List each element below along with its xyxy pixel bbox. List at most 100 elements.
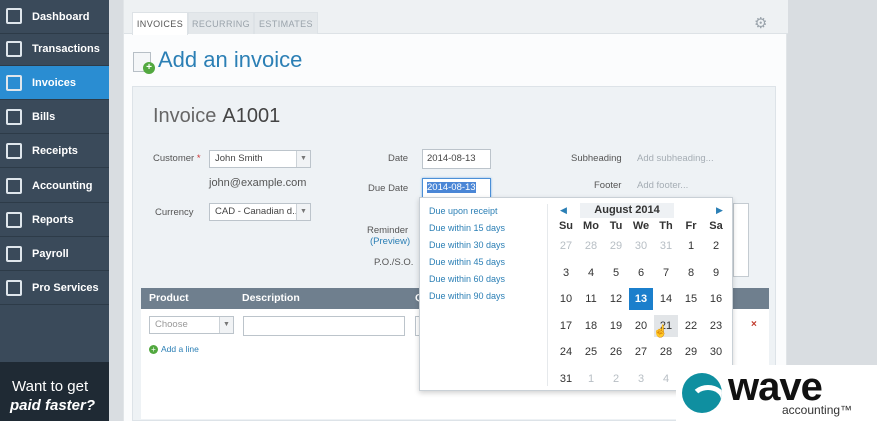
calendar-day[interactable]: 24 — [554, 341, 578, 363]
reminder-label: Reminder — [367, 225, 409, 236]
calendar-day[interactable]: 1 — [679, 235, 703, 257]
due-option[interactable]: Due upon receipt — [429, 206, 498, 216]
due-option[interactable]: Due within 15 days — [429, 223, 505, 233]
column-header-description: Description — [242, 292, 300, 304]
tab-invoices[interactable]: INVOICES — [132, 12, 188, 35]
calendar-day[interactable]: 13 — [629, 288, 653, 310]
mouse-cursor-icon: ☝ — [653, 324, 668, 338]
add-line-link[interactable]: + Add a line — [149, 344, 199, 354]
sidebar-item-receipts[interactable]: Receipts — [0, 134, 109, 168]
sidebar-item-payroll[interactable]: Payroll — [0, 237, 109, 271]
payroll-icon — [6, 246, 22, 262]
calendar-day[interactable]: 11 — [579, 288, 603, 310]
description-input[interactable] — [243, 316, 405, 336]
sidebar-item-pro-services[interactable]: Pro Services — [0, 271, 109, 305]
calendar-day[interactable]: 12 — [604, 288, 628, 310]
sidebar-item-label: Pro Services — [32, 281, 99, 294]
due-option[interactable]: Due within 30 days — [429, 240, 505, 250]
notes-textarea[interactable] — [733, 203, 749, 277]
pro-services-icon — [6, 280, 22, 296]
sidebar-item-label: Payroll — [32, 247, 69, 260]
calendar-day[interactable]: 1 — [579, 368, 603, 390]
due-option[interactable]: Due within 45 days — [429, 257, 505, 267]
receipts-icon — [6, 143, 22, 159]
date-label: Date — [388, 153, 409, 164]
tab-bar: INVOICES RECURRING ESTIMATES ⚙ — [124, 0, 788, 35]
delete-line-icon[interactable]: × — [751, 319, 757, 330]
calendar-day[interactable]: 3 — [629, 368, 653, 390]
calendar-day[interactable]: 17 — [554, 315, 578, 337]
dashboard-icon — [6, 8, 22, 24]
sidebar-item-label: Receipts — [32, 144, 78, 157]
due-option[interactable]: Due within 60 days — [429, 274, 505, 284]
sidebar-item-accounting[interactable]: Accounting — [0, 169, 109, 203]
sidebar-item-bills[interactable]: Bills — [0, 100, 109, 134]
calendar-day[interactable]: 4 — [579, 262, 603, 284]
transactions-icon — [6, 41, 22, 57]
calendar-day[interactable]: 18 — [579, 315, 603, 337]
calendar-day[interactable]: 29 — [679, 341, 703, 363]
currency-select[interactable]: CAD - Canadian d... ▼ — [209, 203, 311, 221]
calendar-day[interactable]: 7 — [654, 262, 678, 284]
sidebar-item-label: Dashboard — [32, 10, 90, 23]
calendar-day[interactable]: 30 — [629, 235, 653, 257]
bills-icon — [6, 109, 22, 125]
calendar-day[interactable]: 6 — [629, 262, 653, 284]
calendar-day[interactable]: 4 — [654, 368, 678, 390]
calendar-day[interactable]: 2 — [604, 368, 628, 390]
calendar-day[interactable]: 22 — [679, 315, 703, 337]
calendar-day[interactable]: 3 — [554, 262, 578, 284]
calendar-day[interactable]: 15 — [679, 288, 703, 310]
calendar-day[interactable]: 20 — [629, 315, 653, 337]
currency-label: Currency — [155, 207, 194, 218]
calendar-day[interactable]: 31 — [654, 235, 678, 257]
calendar-day[interactable]: 9 — [704, 262, 728, 284]
app-root: Dashboard Transactions Invoices Bills Re… — [0, 0, 877, 421]
calendar-day[interactable]: 10 — [554, 288, 578, 310]
calendar-day[interactable]: 26 — [604, 341, 628, 363]
calendar-day[interactable]: 30 — [704, 341, 728, 363]
next-month-icon[interactable]: ▶ — [716, 205, 723, 216]
weekday-header: Su — [558, 220, 574, 232]
calendar-day[interactable]: 27 — [554, 235, 578, 257]
tab-recurring[interactable]: RECURRING — [188, 12, 254, 34]
sidebar-item-reports[interactable]: Reports — [0, 203, 109, 237]
customer-select[interactable]: John Smith ▼ — [209, 150, 311, 168]
calendar-day[interactable]: 25 — [579, 341, 603, 363]
calendar-day[interactable]: 8 — [679, 262, 703, 284]
chevron-down-icon: ▼ — [296, 151, 310, 167]
wave-logo-icon — [682, 373, 722, 413]
gear-icon[interactable]: ⚙ — [754, 14, 767, 32]
calendar-day[interactable]: 31 — [554, 368, 578, 390]
tab-estimates[interactable]: ESTIMATES — [254, 12, 318, 34]
page-title: Add an invoice — [158, 47, 303, 72]
wave-subtitle: accounting™ — [782, 403, 853, 417]
calendar-day[interactable]: 14 — [654, 288, 678, 310]
calendar-day[interactable]: 16 — [704, 288, 728, 310]
due-option[interactable]: Due within 90 days — [429, 291, 505, 301]
weekday-header: We — [632, 220, 650, 232]
preview-link[interactable]: (Preview) — [370, 236, 410, 247]
calendar-day[interactable]: 2 — [704, 235, 728, 257]
weekday-header: Fr — [685, 220, 697, 232]
calendar-month-title: August 2014 — [580, 203, 674, 218]
sidebar-item-transactions[interactable]: Transactions — [0, 32, 109, 66]
sidebar-item-dashboard[interactable]: Dashboard — [0, 0, 109, 34]
calendar-day[interactable]: 29 — [604, 235, 628, 257]
date-field[interactable]: 2014-08-13 — [422, 149, 491, 169]
calendar-day[interactable]: 28 — [579, 235, 603, 257]
subheading-field[interactable]: Add subheading... — [637, 153, 714, 164]
po-so-label: P.O./S.O. — [374, 257, 414, 268]
reports-icon — [6, 212, 22, 228]
product-select[interactable]: Choose ▼ — [149, 316, 234, 334]
calendar-day[interactable]: 28 — [654, 341, 678, 363]
previous-month-icon[interactable]: ◀ — [560, 205, 567, 216]
sidebar-item-invoices[interactable]: Invoices — [0, 66, 109, 100]
calendar-day[interactable]: 23 — [704, 315, 728, 337]
due-date-field[interactable]: 2014-08-13 — [422, 178, 491, 198]
calendar-day[interactable]: 19 — [604, 315, 628, 337]
calendar-day[interactable]: 5 — [604, 262, 628, 284]
weekday-header: Mo — [583, 220, 599, 232]
calendar-day[interactable]: 27 — [629, 341, 653, 363]
footer-field[interactable]: Add footer... — [637, 180, 688, 191]
